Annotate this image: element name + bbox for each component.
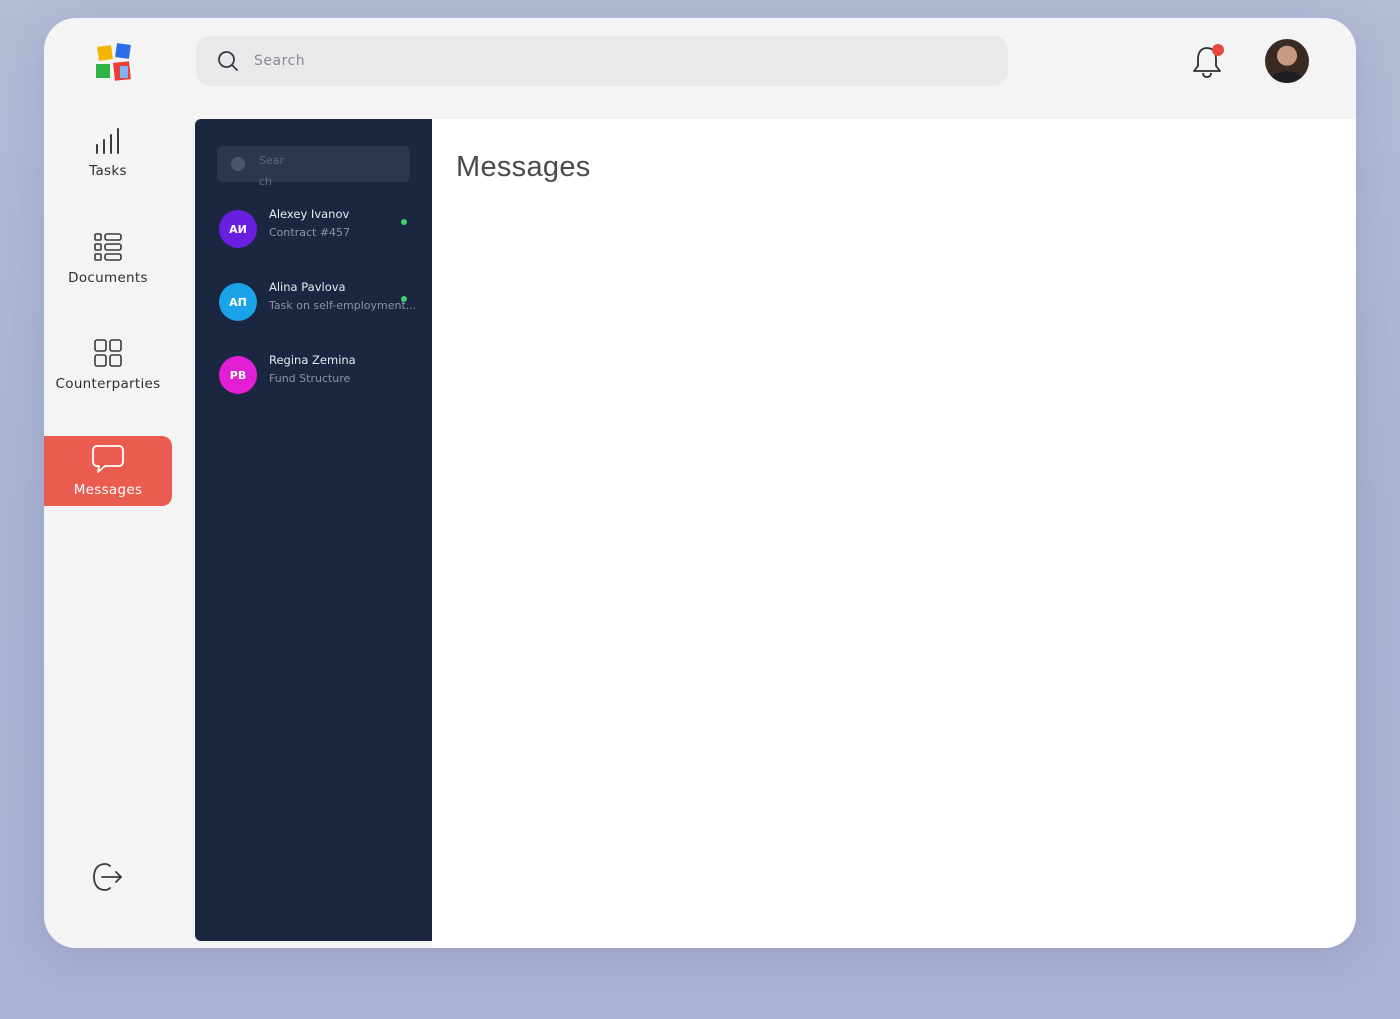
sidebar-item-counterparties[interactable]: Counterparties [44,330,172,400]
sidebar-item-documents[interactable]: Documents [44,224,172,294]
search-icon [231,157,245,171]
notification-badge [1212,44,1224,56]
chat-list-item[interactable]: АП Alina Pavlova Task on self-employment… [219,280,429,330]
search-input[interactable] [252,52,956,70]
chat-list-item[interactable]: АИ Alexey Ivanov Contract #457 [219,207,429,257]
page-title: Messages [456,151,591,183]
chat-search-placeholder: Search [259,154,285,188]
sidebar-item-label: Messages [73,482,143,498]
contact-avatar: РВ [219,356,257,394]
contact-last-message: Task on self-employment... [269,299,417,312]
contact-avatar: АИ [219,210,257,248]
chat-list-item[interactable]: РВ Regina Zemina Fund Structure [219,353,429,403]
contact-last-message: Fund Structure [269,372,351,385]
conversation-area: Messages [432,119,1356,948]
chat-search-input[interactable]: Search [217,146,410,188]
online-indicator [401,296,407,302]
contact-name: Alina Pavlova [269,280,346,294]
contact-avatar: АП [219,283,257,321]
online-indicator [401,219,407,225]
user-avatar[interactable] [1265,39,1309,83]
list-icon [94,233,122,261]
app-logo [96,43,131,81]
sidebar-item-messages[interactable]: Messages [44,436,172,506]
sidebar-item-tasks[interactable]: Tasks [44,118,172,188]
grid-icon [94,339,122,367]
sidebar-item-label: Documents [68,270,148,286]
contact-name: Alexey Ivanov [269,207,350,221]
contact-last-message: Contract #457 [269,226,351,239]
logout-icon[interactable] [90,860,124,894]
contact-name: Regina Zemina [269,353,356,367]
chat-list-panel: Search АИ Alexey Ivanov Contract #457 АП… [195,119,432,941]
app-window: Tasks Documents Counterparties Messages [44,18,1356,948]
sidebar-item-label: Tasks [89,163,127,179]
search-icon [218,51,238,71]
global-search[interactable] [196,36,1008,86]
bar-chart-icon [96,128,119,154]
sidebar-item-label: Counterparties [55,376,161,392]
chat-bubble-icon [92,445,124,473]
